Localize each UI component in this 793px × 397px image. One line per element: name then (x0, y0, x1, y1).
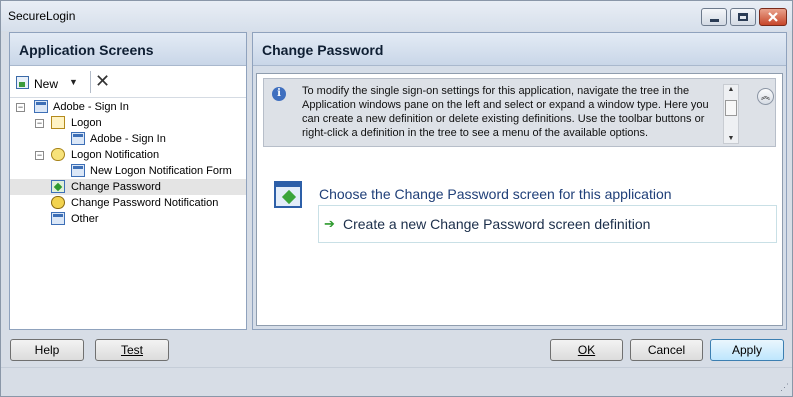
help-button[interactable]: Help (10, 339, 84, 361)
info-scrollbar[interactable]: ▲ ▼ (723, 84, 739, 144)
resize-grip-icon[interactable]: ⋰ (780, 382, 789, 393)
new-button[interactable]: New (34, 77, 58, 91)
tree-item-new-logon-notification-form[interactable]: New Logon Notification Form (10, 163, 246, 179)
tree-item-label: New Logon Notification Form (90, 165, 232, 177)
tree-expander-logon[interactable]: − (35, 119, 44, 128)
maximize-button[interactable] (730, 8, 756, 26)
choose-screen-heading: Choose the Change Password screen for th… (319, 186, 672, 202)
scroll-thumb[interactable] (725, 100, 737, 116)
tree-item-logon[interactable]: − Logon (10, 115, 246, 131)
close-button[interactable] (759, 8, 787, 26)
notification-icon (51, 148, 65, 161)
info-box: i To modify the single sign-on settings … (263, 78, 776, 147)
change-password-screen-icon (274, 181, 302, 208)
tree-item-label: Change Password (71, 181, 161, 193)
maximize-icon (738, 13, 748, 21)
tree-item-change-password[interactable]: Change Password (10, 179, 246, 195)
ok-button-label: OK (577, 343, 596, 357)
test-button[interactable]: Test (95, 339, 169, 361)
application-screens-title: Application Screens (10, 33, 246, 66)
minimize-icon (709, 18, 719, 22)
tree-expander-adobe-sign-in[interactable]: − (16, 103, 25, 112)
window-title: SecureLogin (8, 9, 76, 23)
tree-item-label: Logon Notification (71, 149, 160, 161)
tree-item-label: Adobe - Sign In (53, 101, 129, 113)
info-text: To modify the single sign-on settings fo… (302, 85, 709, 139)
toolbar-divider (90, 71, 91, 93)
change-password-icon (51, 180, 65, 193)
tree-item-change-password-notification[interactable]: Change Password Notification (10, 195, 246, 211)
tree-toolbar: New ▼ ✕ (10, 66, 246, 98)
minimize-button[interactable] (701, 8, 727, 26)
scroll-up-icon[interactable]: ▲ (724, 86, 738, 93)
window-icon (51, 212, 65, 225)
collapse-info-button[interactable]: ︽ (757, 88, 774, 105)
window-icon (71, 164, 85, 177)
application-icon (34, 100, 48, 113)
cancel-button[interactable]: Cancel (630, 339, 703, 361)
tree-item-logon-notification[interactable]: − Logon Notification (10, 147, 246, 163)
tree-item-label: Adobe - Sign In (90, 133, 166, 145)
test-button-label: Test (120, 343, 143, 357)
tree-item-adobe-sign-in[interactable]: − Adobe - Sign In (10, 99, 246, 115)
green-arrow-icon: ➔ (324, 216, 335, 231)
tree-item-other[interactable]: Other (10, 211, 246, 227)
title-bar: SecureLogin (1, 1, 792, 31)
create-definition-link[interactable]: ➔ Create a new Change Password screen de… (318, 205, 777, 243)
tree-expander-logon-notification[interactable]: − (35, 151, 44, 160)
new-dropdown-icon[interactable]: ▼ (69, 77, 78, 87)
change-password-content: i To modify the single sign-on settings … (256, 73, 783, 326)
window-icon (71, 132, 85, 145)
delete-icon[interactable]: ✕ (95, 71, 110, 92)
tree-item-label: Logon (71, 117, 102, 129)
tree-item-label: Change Password Notification (71, 197, 219, 209)
ok-button[interactable]: OK (550, 339, 623, 361)
password-notification-icon (51, 196, 65, 209)
info-icon: i (272, 87, 286, 101)
application-screens-panel: Application Screens New ▼ ✕ − Adobe - Si… (9, 32, 247, 330)
tree-item-label: Other (71, 213, 99, 225)
new-definition-icon[interactable] (16, 76, 29, 89)
close-icon (768, 12, 778, 22)
status-bar: ⋰ (1, 367, 792, 396)
change-password-title: Change Password (253, 33, 786, 66)
create-definition-label: Create a new Change Password screen defi… (343, 216, 651, 232)
tree-item-adobe-sign-in-window[interactable]: Adobe - Sign In (10, 131, 246, 147)
change-password-panel: Change Password i To modify the single s… (252, 32, 787, 330)
securelogin-window: SecureLogin Application Screens New ▼ ✕ … (0, 0, 793, 397)
apply-button[interactable]: Apply (710, 339, 784, 361)
scroll-down-icon[interactable]: ▼ (724, 135, 738, 142)
logon-icon (51, 116, 65, 129)
